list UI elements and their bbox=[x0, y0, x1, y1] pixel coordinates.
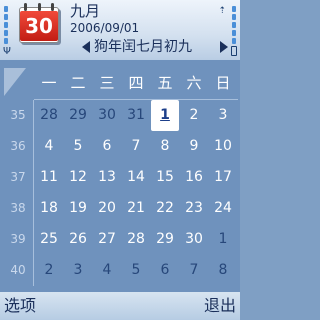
week-row: 37 11 12 13 14 15 16 17 bbox=[0, 162, 240, 193]
day-cell[interactable]: 6 bbox=[151, 255, 179, 286]
day-cell[interactable]: 5 bbox=[122, 255, 150, 286]
weekday-thu: 四 bbox=[128, 74, 144, 92]
arrow-right-icon[interactable] bbox=[220, 41, 228, 53]
corner-triangle bbox=[4, 68, 26, 96]
week-row: 38 18 19 20 21 22 23 24 bbox=[0, 193, 240, 224]
day-cell[interactable]: 8 bbox=[151, 131, 179, 162]
day-cell[interactable]: 30 bbox=[180, 224, 208, 255]
calendar-icon: 30 bbox=[16, 3, 62, 43]
day-cell[interactable]: 28 bbox=[35, 100, 63, 131]
week-number: 39 bbox=[10, 232, 26, 246]
week-row: 35 28 29 30 31 1 2 3 bbox=[0, 100, 240, 131]
day-cell[interactable]: 22 bbox=[151, 193, 179, 224]
day-cell[interactable]: 4 bbox=[93, 255, 121, 286]
day-cell[interactable]: 8 bbox=[209, 255, 237, 286]
week-number: 35 bbox=[10, 108, 26, 122]
day-cell[interactable]: 3 bbox=[64, 255, 92, 286]
weekday-tue: 二 bbox=[70, 74, 86, 92]
day-cell[interactable]: 12 bbox=[64, 162, 92, 193]
day-cell[interactable]: 17 bbox=[209, 162, 237, 193]
battery-icon: ⇡ bbox=[218, 4, 238, 56]
day-cell[interactable]: 28 bbox=[122, 224, 150, 255]
day-cell[interactable]: 21 bbox=[122, 193, 150, 224]
lunar-date-label: 狗年闰七月初九 bbox=[94, 39, 192, 55]
day-cell[interactable]: 6 bbox=[93, 131, 121, 162]
options-softkey[interactable]: 选项 bbox=[4, 292, 36, 320]
day-cell[interactable]: 24 bbox=[209, 193, 237, 224]
day-cell[interactable]: 2 bbox=[180, 100, 208, 131]
weekday-sun: 日 bbox=[215, 74, 231, 92]
day-cell[interactable]: 14 bbox=[122, 162, 150, 193]
upload-indicator-icon: ⇡ bbox=[218, 6, 226, 16]
day-cell[interactable]: 23 bbox=[180, 193, 208, 224]
week-number: 40 bbox=[10, 263, 26, 277]
day-cell[interactable]: 15 bbox=[151, 162, 179, 193]
day-cell[interactable]: 9 bbox=[180, 131, 208, 162]
signal-strength-icon: Ψ bbox=[2, 4, 12, 57]
day-cell[interactable]: 7 bbox=[180, 255, 208, 286]
month-view: 一 二 三 四 五 六 日 35 28 29 30 31 1 2 3 36 4 … bbox=[0, 60, 240, 292]
day-cell[interactable]: 4 bbox=[35, 131, 63, 162]
day-cell[interactable]: 5 bbox=[64, 131, 92, 162]
weekday-wed: 三 bbox=[99, 74, 115, 92]
week-row: 39 25 26 27 28 29 30 1 bbox=[0, 224, 240, 255]
day-cell[interactable]: 19 bbox=[64, 193, 92, 224]
calendar-icon-day: 30 bbox=[20, 11, 58, 41]
day-cell[interactable]: 20 bbox=[93, 193, 121, 224]
week-row: 40 2 3 4 5 6 7 8 bbox=[0, 255, 240, 286]
month-label: 九月 bbox=[70, 2, 101, 20]
week-number: 36 bbox=[10, 139, 26, 153]
weekday-fri: 五 bbox=[157, 74, 173, 92]
antenna-icon: Ψ bbox=[3, 46, 11, 57]
week-number: 38 bbox=[10, 201, 26, 215]
day-cell[interactable]: 11 bbox=[35, 162, 63, 193]
calendar-header: Ψ 30 九月 2006/09/01 狗年闰七月初九 ⇡ bbox=[0, 0, 240, 60]
softkey-bar: 选项 退出 bbox=[0, 292, 240, 320]
arrow-left-icon[interactable] bbox=[82, 41, 90, 53]
day-cell[interactable]: 27 bbox=[93, 224, 121, 255]
day-cell[interactable]: 7 bbox=[122, 131, 150, 162]
day-cell[interactable]: 13 bbox=[93, 162, 121, 193]
weekday-header: 一 二 三 四 五 六 日 bbox=[0, 66, 240, 100]
day-cell[interactable]: 2 bbox=[35, 255, 63, 286]
day-cell[interactable]: 26 bbox=[64, 224, 92, 255]
day-cell[interactable]: 10 bbox=[209, 131, 237, 162]
weekday-mon: 一 bbox=[41, 74, 57, 92]
day-cell[interactable]: 3 bbox=[209, 100, 237, 131]
day-cell[interactable]: 18 bbox=[35, 193, 63, 224]
exit-softkey[interactable]: 退出 bbox=[204, 292, 236, 320]
day-cell-selected[interactable]: 1 bbox=[151, 100, 179, 131]
day-cell[interactable]: 25 bbox=[35, 224, 63, 255]
week-row: 36 4 5 6 7 8 9 10 bbox=[0, 131, 240, 162]
lunar-date-row: 狗年闰七月初九 bbox=[62, 38, 228, 58]
weekday-sat: 六 bbox=[186, 74, 202, 92]
day-cell[interactable]: 16 bbox=[180, 162, 208, 193]
week-number: 37 bbox=[10, 170, 26, 184]
day-cell[interactable]: 31 bbox=[122, 100, 150, 131]
date-label: 2006/09/01 bbox=[70, 21, 140, 35]
day-cell[interactable]: 1 bbox=[209, 224, 237, 255]
day-cell[interactable]: 29 bbox=[64, 100, 92, 131]
day-cell[interactable]: 29 bbox=[151, 224, 179, 255]
day-cell[interactable]: 30 bbox=[93, 100, 121, 131]
